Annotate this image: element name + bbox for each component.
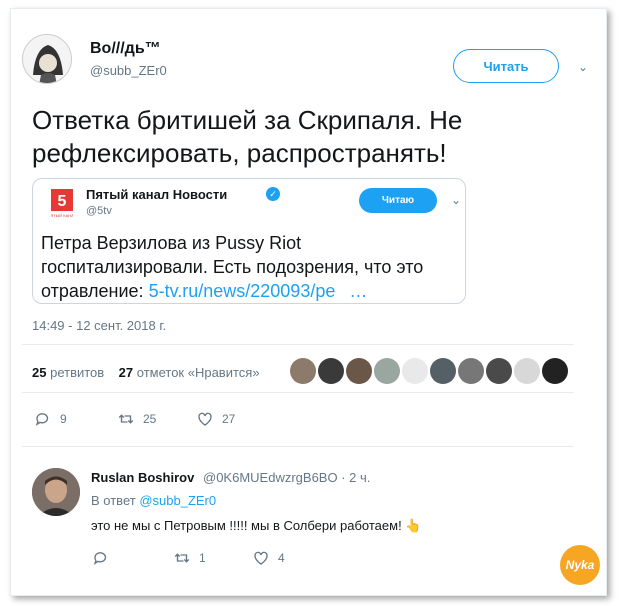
like-count: 27 (222, 412, 236, 426)
reply-text: это не мы с Петровым !!!!! мы в Солбери … (91, 518, 422, 533)
reply-like-action[interactable]: 4 (252, 549, 285, 567)
heart-icon (198, 412, 212, 426)
quoted-tweet[interactable]: 5 ПЯТЫЙ КАНАЛ Пятый канал Новости ✓ @5tv… (32, 178, 466, 304)
reply-to-prefix: В ответ (91, 493, 136, 508)
liker-avatar[interactable] (458, 358, 484, 384)
retweet-action[interactable]: 25 (117, 410, 156, 428)
retweets-label[interactable]: ретвитов (50, 365, 104, 380)
liker-avatar[interactable] (542, 358, 568, 384)
divider (22, 344, 574, 345)
svg-text:5: 5 (58, 193, 67, 210)
liker-avatar[interactable] (318, 358, 344, 384)
author-handle[interactable]: @subb_ZEr0 (90, 63, 167, 78)
liker-avatar[interactable] (514, 358, 540, 384)
liker-avatar[interactable] (430, 358, 456, 384)
divider (22, 446, 574, 447)
chevron-down-icon[interactable]: ⌄ (578, 60, 588, 74)
quoted-author-handle[interactable]: @5tv (86, 205, 112, 217)
likes-count[interactable]: 27 (119, 365, 133, 380)
reply-icon (35, 413, 49, 426)
liker-avatar[interactable] (402, 358, 428, 384)
watermark-logo: Nyka (560, 545, 600, 585)
reply-count: 9 (60, 412, 67, 426)
tweet-timestamp[interactable]: 14:49 - 12 сент. 2018 г. (32, 318, 166, 333)
reply-icon (93, 552, 107, 565)
reply-to-line: В ответ @subb_ZEr0 (91, 493, 216, 508)
liker-avatar[interactable] (374, 358, 400, 384)
reply-meta[interactable]: @0K6MUEdwzrgB6BO · 2 ч. (203, 470, 370, 485)
quoted-follow-button[interactable]: Читаю (359, 188, 437, 213)
quoted-link-ellipsis: … (349, 281, 368, 301)
reply-retweet-count: 1 (199, 551, 206, 565)
heart-icon (254, 551, 268, 565)
author-name[interactable]: Во///дь™ (90, 40, 161, 58)
reply-action[interactable]: 9 (34, 410, 67, 428)
retweet-count: 25 (143, 412, 157, 426)
channel-logo: 5 ПЯТЫЙ КАНАЛ (47, 189, 77, 219)
like-action[interactable]: 27 (196, 410, 235, 428)
reply-retweet-action[interactable]: 1 (173, 549, 206, 567)
reply-like-count: 4 (278, 551, 285, 565)
liker-avatar[interactable] (290, 358, 316, 384)
svg-text:ПЯТЫЙ КАНАЛ: ПЯТЫЙ КАНАЛ (51, 213, 73, 218)
likers-avatars (290, 358, 568, 384)
liker-avatar[interactable] (486, 358, 512, 384)
quoted-chevron-down-icon[interactable]: ⌄ (451, 193, 461, 207)
retweet-icon (174, 553, 190, 563)
reply-author-name[interactable]: Ruslan Boshirov (91, 470, 194, 485)
quoted-author-name[interactable]: Пятый канал Новости (86, 187, 227, 202)
divider (22, 392, 574, 393)
quoted-text: Петра Верзилова из Pussy Riot госпитализ… (41, 231, 461, 303)
retweets-count[interactable]: 25 (32, 365, 46, 380)
tweet-stats: 25 ретвитов 27 отметок «Нравится» (32, 365, 260, 380)
reply-to-handle[interactable]: @subb_ZEr0 (139, 493, 216, 508)
verified-icon: ✓ (266, 187, 280, 201)
retweet-icon (118, 414, 134, 424)
follow-button[interactable]: Читать (453, 49, 559, 83)
liker-avatar[interactable] (346, 358, 372, 384)
author-avatar[interactable] (22, 34, 72, 84)
reply-reply-action[interactable] (92, 549, 118, 567)
likes-label[interactable]: отметок «Нравится» (137, 365, 260, 380)
tweet-text: Ответка бритишей за Скрипаля. Не рефлекс… (32, 105, 463, 168)
reply-author-avatar[interactable] (32, 468, 80, 516)
quoted-link[interactable]: 5-tv.ru/news/220093/ре (149, 281, 336, 301)
